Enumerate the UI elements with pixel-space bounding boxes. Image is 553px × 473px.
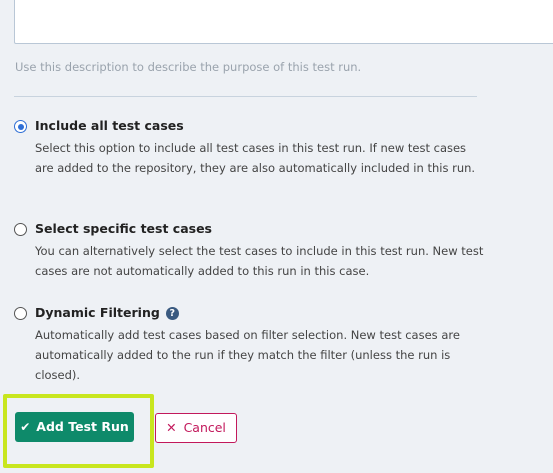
checkmark-icon: ✔ — [20, 420, 31, 434]
option-title[interactable]: Include all test cases — [35, 118, 184, 133]
option-title[interactable]: Select specific test cases — [35, 221, 212, 236]
description-textarea[interactable] — [14, 0, 553, 44]
add-test-run-label: Add Test Run — [36, 419, 129, 434]
option-description: You can alternatively select the test ca… — [35, 244, 484, 278]
option-title[interactable]: Dynamic Filtering? — [35, 305, 179, 320]
cancel-label: Cancel — [183, 420, 226, 435]
option-description: Automatically add test cases based on fi… — [35, 328, 460, 382]
cancel-button[interactable]: ✕ Cancel — [155, 413, 237, 443]
radio-select-specific[interactable] — [14, 223, 27, 236]
question-circle-icon[interactable]: ? — [165, 307, 179, 320]
description-hint: Use this description to describe the pur… — [15, 60, 362, 74]
section-divider — [14, 96, 477, 97]
option-description: Select this option to include all test c… — [35, 141, 476, 175]
add-test-run-button[interactable]: ✔ Add Test Run — [15, 412, 134, 442]
radio-include-all[interactable] — [14, 120, 27, 133]
option-title-text[interactable]: Dynamic Filtering — [35, 305, 160, 320]
x-icon: ✕ — [166, 420, 177, 435]
radio-dynamic-filtering[interactable] — [14, 307, 27, 320]
